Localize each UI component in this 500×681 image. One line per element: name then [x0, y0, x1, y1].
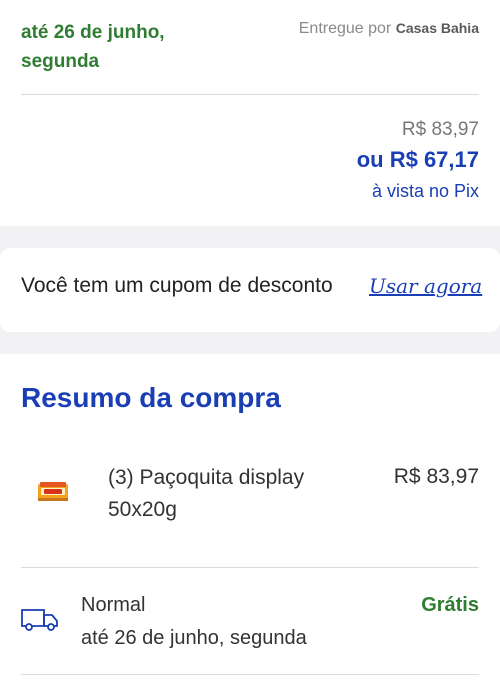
shipping-price: Grátis [421, 594, 479, 616]
coupon-card: Você tem um cupom de desconto Usar agora [0, 248, 500, 332]
shipping-date: até 26 de junho, segunda [81, 627, 307, 649]
delivery-card: até 26 de junho, segunda Entregue por Ca… [0, 0, 500, 226]
shipping-method: Normal [81, 594, 146, 616]
delivered-by: Entregue por Casas Bahia [299, 20, 479, 38]
original-price: R$ 83,97 [401, 119, 479, 140]
pix-note: à vista no Pix [371, 181, 479, 201]
delivery-date: até 26 de junho, segunda [21, 22, 165, 72]
truck-icon [21, 609, 58, 631]
coupon-message: Você tem um cupom de desconto [21, 274, 333, 297]
divider [21, 674, 479, 675]
product-name: (3) Paçoquita display 50x20g [108, 466, 305, 521]
pix-price: ou R$ 67,17 [356, 147, 479, 172]
divider [21, 94, 479, 95]
summary-title: Resumo da compra [21, 382, 281, 413]
product-price: R$ 83,97 [393, 465, 479, 488]
use-coupon-link[interactable]: Usar agora [369, 274, 482, 298]
product-box-image [38, 482, 68, 501]
seller-name: Casas Bahia [395, 20, 479, 36]
divider [21, 567, 479, 568]
delivered-by-label: Entregue por [298, 20, 392, 37]
